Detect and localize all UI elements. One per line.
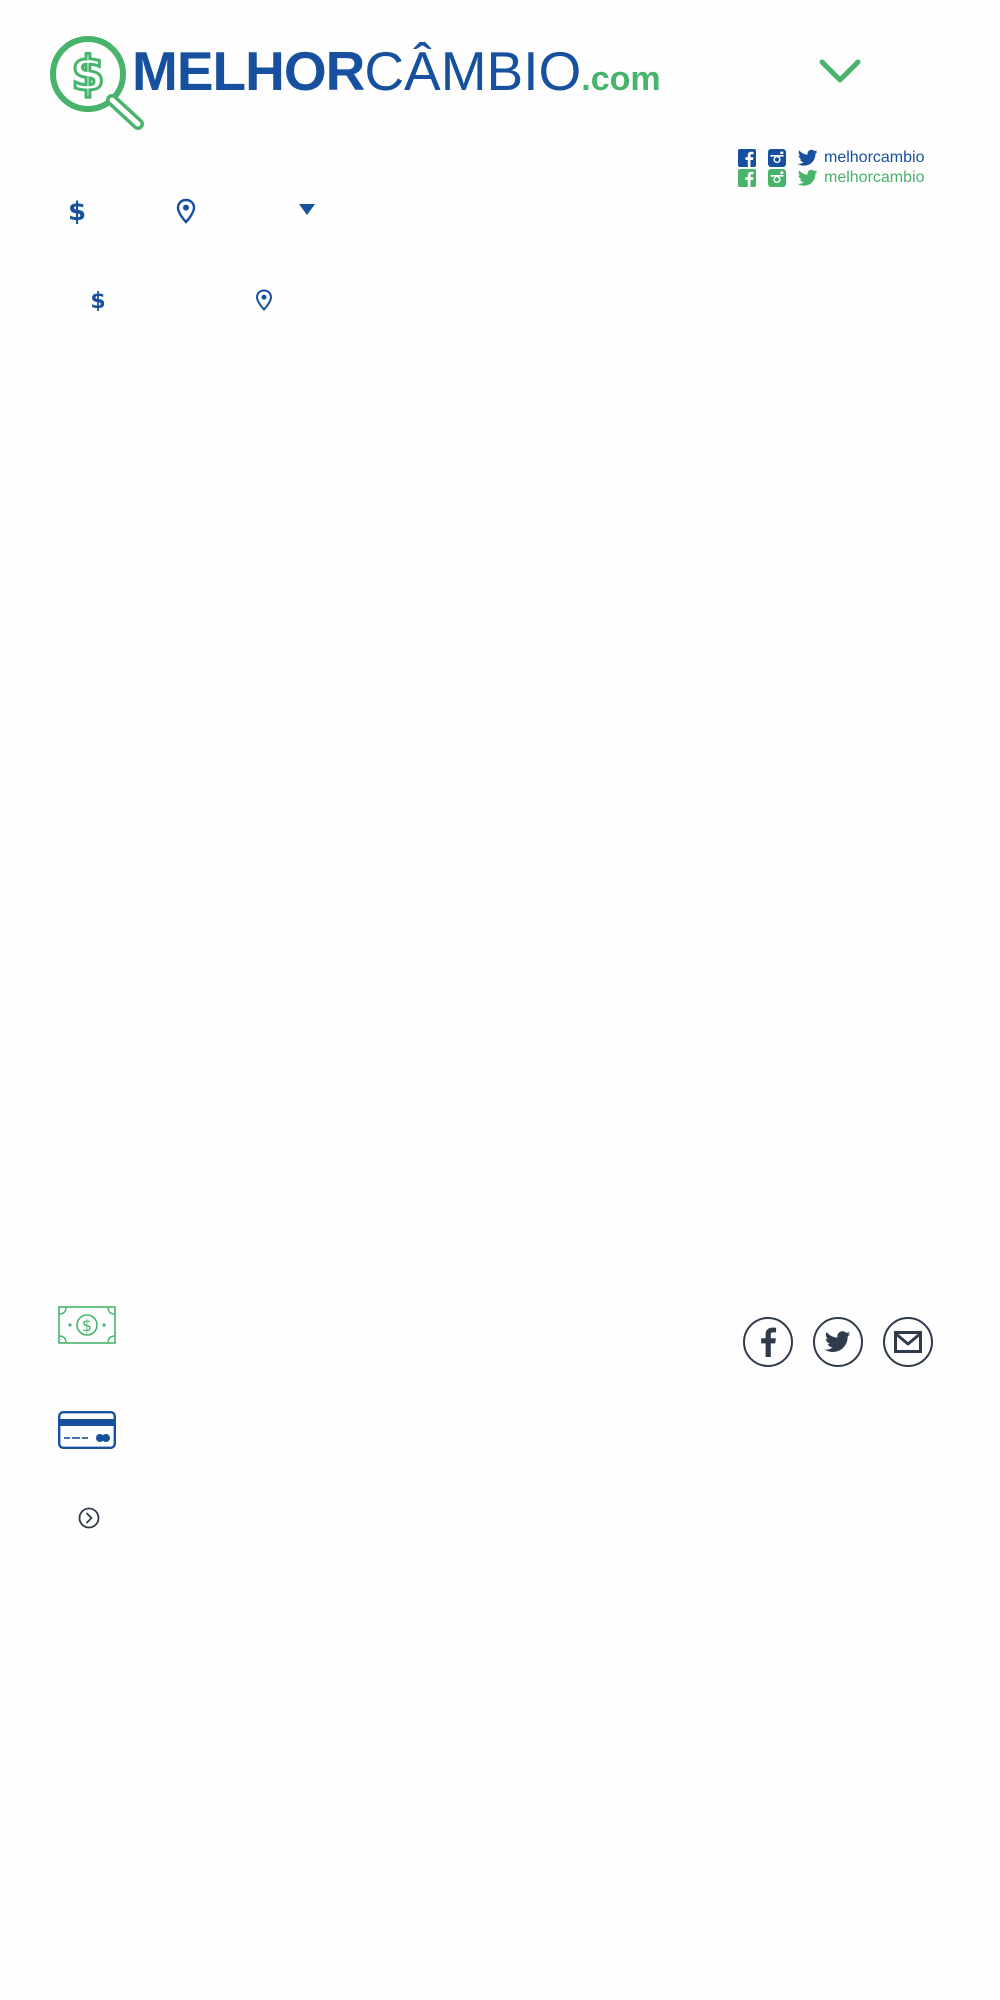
svg-text:$: $ <box>91 289 105 311</box>
location-pin-icon[interactable] <box>176 198 196 224</box>
svg-text:$: $ <box>68 198 86 224</box>
location-pin-icon[interactable] <box>255 289 273 311</box>
share-twitter-button[interactable] <box>813 1317 863 1367</box>
social-handle-link[interactable]: melhorcambio <box>824 169 924 187</box>
twitter-icon <box>825 1331 851 1352</box>
social-links-blue: melhorcambio <box>738 148 924 168</box>
chevron-right-circle-icon[interactable] <box>78 1507 100 1529</box>
twitter-icon[interactable] <box>798 149 818 167</box>
dollar-icon[interactable]: $ <box>68 198 86 224</box>
svg-text:$: $ <box>71 46 104 102</box>
logo-word-com: .com <box>581 60 661 98</box>
credit-card-icon <box>58 1411 116 1449</box>
chevron-down-icon[interactable] <box>818 52 862 88</box>
site-logo[interactable]: $ MELHORCÂMBIO.com <box>48 34 661 130</box>
social-links-green: melhorcambio <box>738 168 924 188</box>
twitter-icon[interactable] <box>798 169 818 187</box>
facebook-icon <box>761 1327 777 1357</box>
facebook-icon[interactable] <box>738 149 756 167</box>
share-facebook-button[interactable] <box>743 1317 793 1367</box>
cash-bill-icon: $ <box>58 1306 116 1344</box>
logo-wordmark: MELHORCÂMBIO.com <box>132 44 661 99</box>
instagram-icon[interactable] <box>768 169 786 187</box>
social-handle-link[interactable]: melhorcambio <box>824 149 924 167</box>
dollar-icon[interactable]: $ <box>91 289 105 311</box>
share-email-button[interactable] <box>883 1317 933 1367</box>
svg-text:$: $ <box>82 1316 92 1335</box>
caret-down-icon[interactable] <box>299 204 315 216</box>
instagram-icon[interactable] <box>768 149 786 167</box>
logo-word-melhor: MELHOR <box>132 40 365 102</box>
logo-word-cambio: CÂMBIO <box>364 40 582 102</box>
facebook-icon[interactable] <box>738 169 756 187</box>
email-icon <box>894 1331 922 1353</box>
